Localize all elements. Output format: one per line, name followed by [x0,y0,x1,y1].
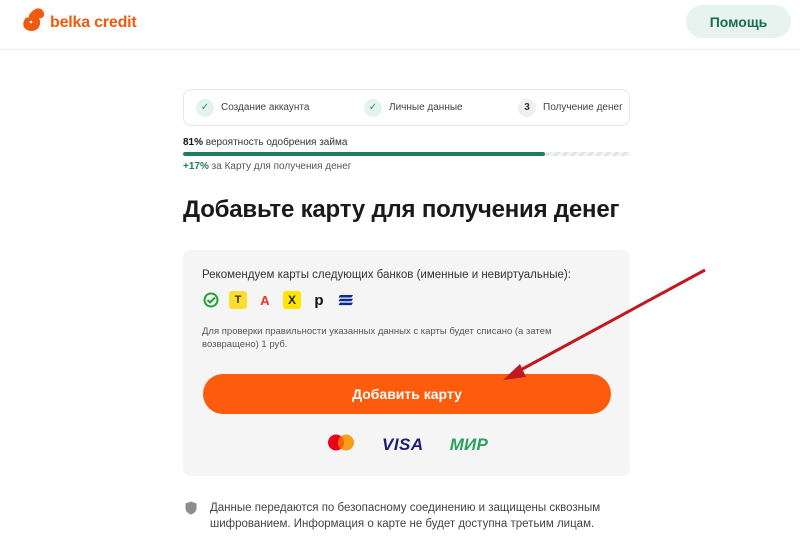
step-number: 3 [518,98,536,117]
step-label: Создание аккаунта [221,102,310,113]
step-get-money: 3 Получение денег [518,98,623,117]
alfa-icon: A [260,292,270,308]
logo-text: belka credit [50,13,137,31]
step-label: Получение денег [543,102,623,113]
security-notice: Данные передаются по безопасному соедине… [210,502,601,530]
payment-systems: VISA МИР [326,433,488,457]
boost-text: за Карту для получения денег [208,161,352,172]
step-create-account: ✓ Создание аккаунта [196,98,364,117]
step-label: Личные данные [389,102,463,113]
top-header: belka credit Помощь [0,0,800,50]
tbank-icon: T [229,291,247,309]
mastercard-icon [326,433,356,457]
probability-bar [183,152,630,156]
probability-text: вероятность одобрения займа [203,137,348,148]
probability-percent: 81% [183,137,204,148]
add-card-button[interactable]: Добавить карту [203,374,611,414]
probability-bar-fill [183,152,546,156]
check-icon: ✓ [364,98,382,117]
raiffeisen-icon: X [283,291,301,309]
pochta-icon: р [314,291,324,309]
approval-probability: 81% вероятность одобрения займа [183,137,347,148]
sber-icon [202,291,220,309]
bank-icons: T A X р [202,291,355,309]
verification-note: Для проверки правильности указанных данн… [202,326,552,350]
help-button[interactable]: Помощь [686,5,791,38]
squirrel-icon [22,7,46,38]
visa-logo: VISA [382,435,424,454]
boost-percent: +17% [183,161,209,172]
check-icon: ✓ [196,98,214,117]
page-title: Добавьте карту для получения денег [183,196,620,223]
vtb-icon [337,291,355,309]
shield-icon [185,501,197,520]
step-personal-data: ✓ Личные данные [364,98,518,117]
belka-credit-logo[interactable]: belka credit [22,7,137,38]
recommended-banks-label: Рекомендуем карты следующих банков (имен… [202,269,571,281]
mir-logo: МИР [449,435,489,454]
probability-boost: +17% за Карту для получения денег [183,161,351,172]
progress-steps: ✓ Создание аккаунта ✓ Личные данные 3 По… [183,89,630,126]
